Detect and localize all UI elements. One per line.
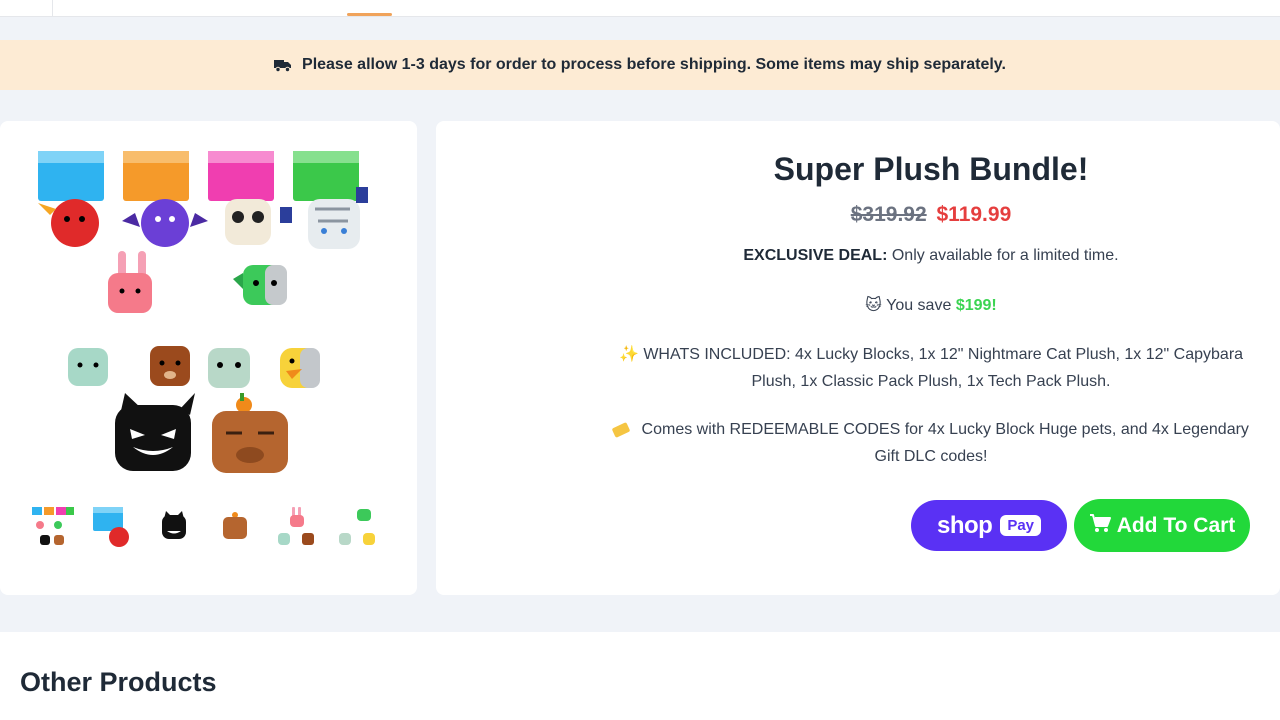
product-main-image[interactable] <box>30 143 380 473</box>
exclusive-deal-text: EXCLUSIVE DEAL: Only available for a lim… <box>586 247 1276 265</box>
lucky-block-orange <box>122 151 208 247</box>
capybara-plush <box>212 393 288 473</box>
tech-cat-plush <box>233 265 287 305</box>
shop-pay-logo-text: shop <box>936 511 993 539</box>
thumbnail-capybara[interactable] <box>211 503 259 551</box>
lucky-block-green <box>293 151 368 249</box>
thumbnail-bundle[interactable] <box>28 503 76 551</box>
cat-plush-teal <box>68 348 108 386</box>
duck-plush-yellow <box>280 348 320 388</box>
cart-icon <box>1089 513 1111 539</box>
add-to-cart-label: Add To Cart <box>1116 513 1236 537</box>
active-tab-indicator <box>347 13 392 16</box>
add-to-cart-button[interactable]: Add To Cart <box>1074 499 1250 552</box>
product-details: Super Plush Bundle! $319.92 $119.99 EXCL… <box>436 121 1280 595</box>
sale-price: $119.99 <box>936 203 1012 226</box>
lucky-block-pink <box>208 151 292 245</box>
whats-included-text: WHATS INCLUDED: 4x Lucky Blocks, 1x 12" … <box>643 346 1244 390</box>
price-row: $319.92 $119.99 <box>586 203 1276 227</box>
shipping-notice-banner: Please allow 1-3 days for order to proce… <box>0 40 1280 90</box>
savings-label: You save <box>886 297 952 314</box>
shop-pay-pill: Pay <box>1000 515 1042 536</box>
nightmare-cat-plush <box>115 393 195 471</box>
thumbnail-strip <box>28 503 388 553</box>
truck-icon <box>274 58 292 72</box>
thumbnail-nightmare-cat[interactable] <box>150 503 198 551</box>
bunny-plush <box>108 251 152 313</box>
nav-divider <box>52 0 53 16</box>
cat-plush-gray <box>208 348 250 388</box>
top-nav-bar <box>0 0 1280 17</box>
thumbnail-tech-pack[interactable] <box>333 503 381 551</box>
product-gallery <box>0 121 417 595</box>
redeemable-codes-text: Comes with REDEEMABLE CODES for 4x Lucky… <box>641 421 1249 465</box>
ticket-icon <box>611 421 631 438</box>
sparkles-icon: ✨ <box>618 346 639 363</box>
product-title: Super Plush Bundle! <box>773 151 1089 187</box>
redeemable-codes: Comes with REDEEMABLE CODES for 4x Lucky… <box>606 416 1256 470</box>
original-price: $319.92 <box>850 203 927 226</box>
other-products-section: Other Products <box>0 632 1280 720</box>
thumbnail-lucky-block[interactable] <box>89 503 137 551</box>
shipping-notice-text: Please allow 1-3 days for order to proce… <box>302 56 1006 73</box>
other-products-heading: Other Products <box>20 667 217 697</box>
dog-plush-brown <box>150 346 190 386</box>
shop-pay-button[interactable]: shop Pay <box>911 500 1067 551</box>
savings-line: 🐱 You save $199! <box>586 295 1276 315</box>
savings-amount: $199! <box>955 297 997 314</box>
cat-face-emoji-icon: 🐱 <box>865 297 882 314</box>
lucky-block-blue <box>38 151 104 247</box>
thumbnail-classic-pack[interactable] <box>272 503 320 551</box>
whats-included: ✨ WHATS INCLUDED: 4x Lucky Blocks, 1x 12… <box>606 341 1256 395</box>
deal-label: EXCLUSIVE DEAL: <box>743 247 888 264</box>
deal-description: Only available for a limited time. <box>891 247 1119 264</box>
